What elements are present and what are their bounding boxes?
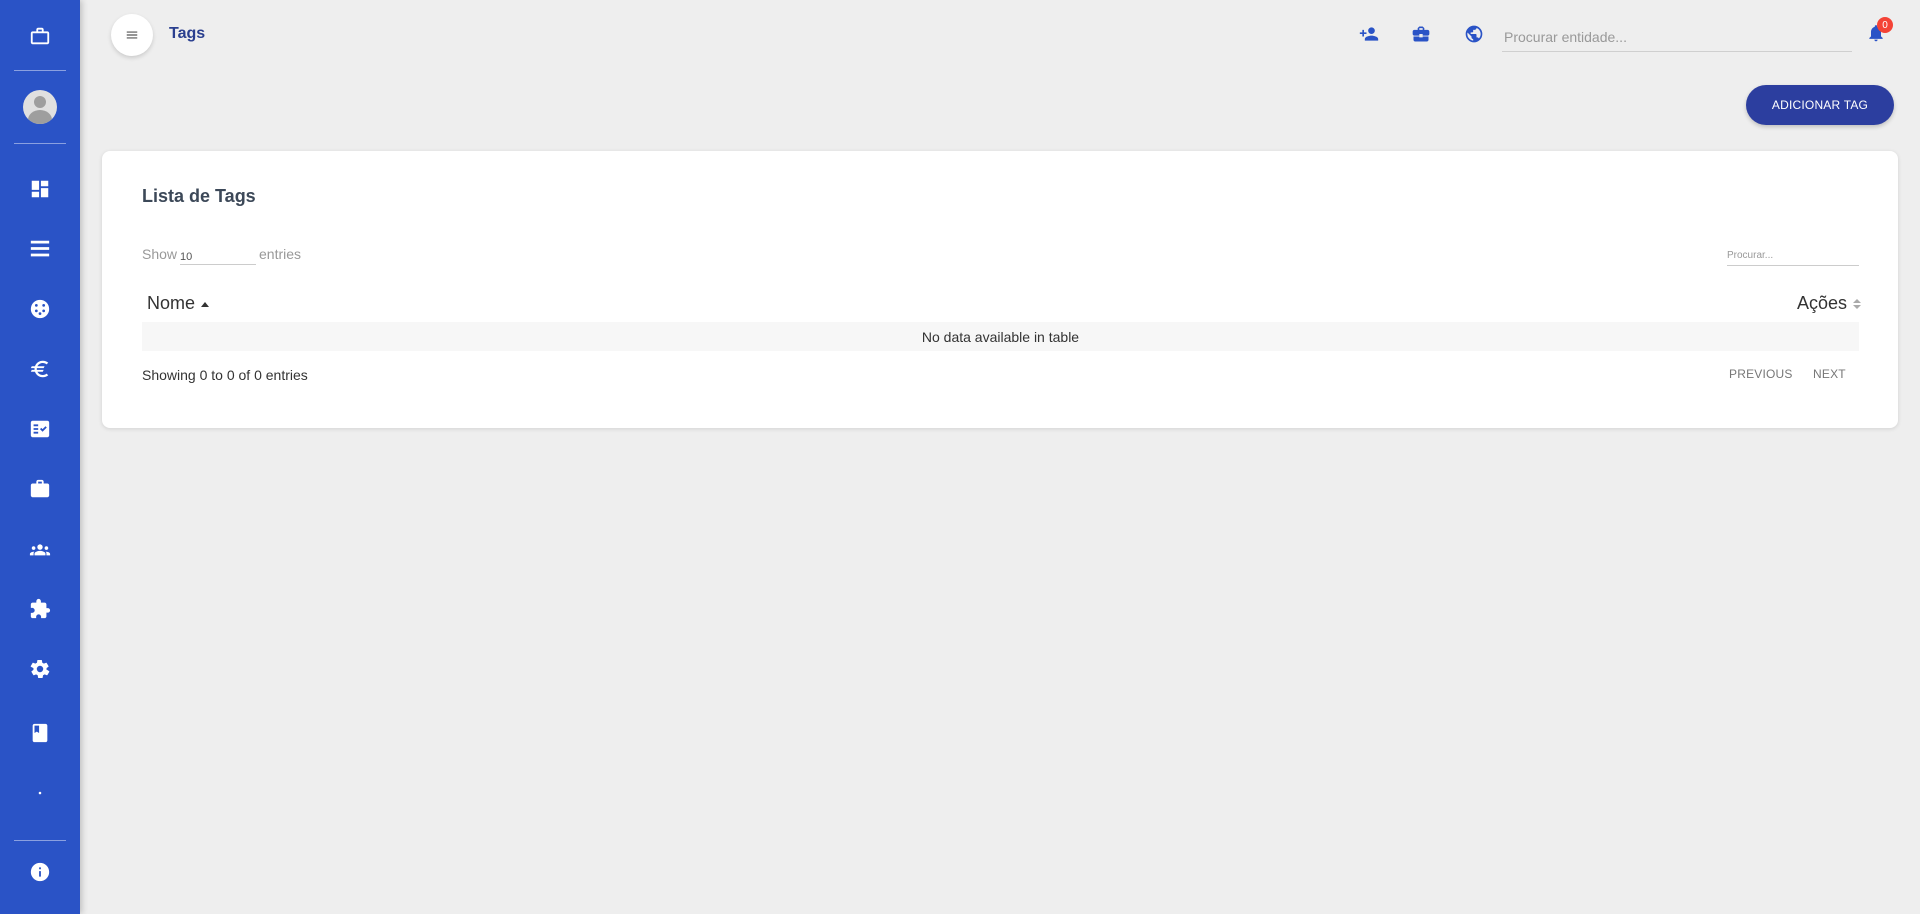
notification-count-badge: 0 (1877, 17, 1893, 33)
table-empty-row: No data available in table (142, 322, 1859, 351)
sidebar-item-extensions[interactable] (0, 589, 80, 629)
sort-asc-icon (201, 301, 210, 307)
book-icon (32, 723, 48, 743)
business-center-icon (1412, 26, 1430, 42)
globe-button[interactable] (1462, 22, 1486, 46)
sidebar-item-dashboard[interactable] (0, 169, 80, 209)
sidebar-item-docs[interactable] (0, 713, 80, 753)
checklist-icon (30, 420, 50, 438)
business-button[interactable] (1409, 22, 1433, 46)
palette-icon (30, 299, 50, 319)
sidebar-separator (14, 143, 66, 144)
sort-icon (1853, 299, 1862, 310)
globe-icon (1465, 25, 1483, 43)
sidebar-item-palette[interactable] (0, 289, 80, 329)
sidebar-item-info[interactable] (0, 852, 80, 892)
group-icon (29, 544, 51, 556)
entries-label: entries (259, 246, 302, 262)
table-search-input[interactable] (1727, 246, 1859, 266)
sidebar-separator (14, 70, 66, 71)
sidebar-item-users[interactable] (0, 529, 80, 569)
column-header-label: Ações (1797, 293, 1848, 313)
menu-icon (126, 31, 138, 39)
puzzle-icon (30, 598, 51, 619)
sidebar-item-settings[interactable] (0, 649, 80, 689)
card-title: Lista de Tags (142, 186, 256, 206)
add-person-button[interactable] (1357, 22, 1381, 46)
avatar[interactable] (23, 90, 57, 124)
show-label: Show (142, 246, 178, 262)
dashboard-icon (31, 180, 49, 198)
menu-toggle-button[interactable] (111, 14, 153, 56)
person-add-icon (1359, 27, 1379, 41)
sidebar-item-briefcase[interactable] (0, 16, 80, 56)
column-header-acoes[interactable]: Ações (1797, 293, 1862, 314)
add-tag-button[interactable]: ADICIONAR TAG (1746, 85, 1894, 125)
sidebar-item-finance[interactable] (0, 349, 80, 389)
previous-page-button[interactable]: PREVIOUS (1729, 367, 1793, 381)
next-page-button[interactable]: NEXT (1813, 367, 1846, 381)
column-header-nome[interactable]: Nome (147, 293, 210, 314)
empty-message: No data available in table (921, 328, 1080, 345)
page-title: Tags (169, 25, 206, 42)
info-icon (30, 862, 50, 882)
sidebar-item-tasks[interactable] (0, 409, 80, 449)
work-icon (30, 479, 50, 498)
sidebar-separator (14, 840, 66, 841)
tags-card: Lista de Tags Show entries Nome Ações No… (102, 151, 1898, 428)
list-icon (30, 240, 50, 257)
settings-icon (30, 660, 50, 678)
page-size-select[interactable] (180, 243, 256, 265)
sidebar (0, 0, 80, 914)
sidebar-item-list[interactable] (0, 229, 80, 269)
briefcase-icon (30, 27, 50, 45)
euro-icon (30, 360, 49, 378)
column-header-label: Nome (147, 293, 196, 313)
entity-search-input[interactable] (1502, 22, 1852, 52)
dot-icon (38, 791, 42, 795)
sidebar-item-more[interactable] (0, 773, 80, 813)
sidebar-item-work[interactable] (0, 469, 80, 509)
table-info: Showing 0 to 0 of 0 entries (142, 367, 308, 383)
